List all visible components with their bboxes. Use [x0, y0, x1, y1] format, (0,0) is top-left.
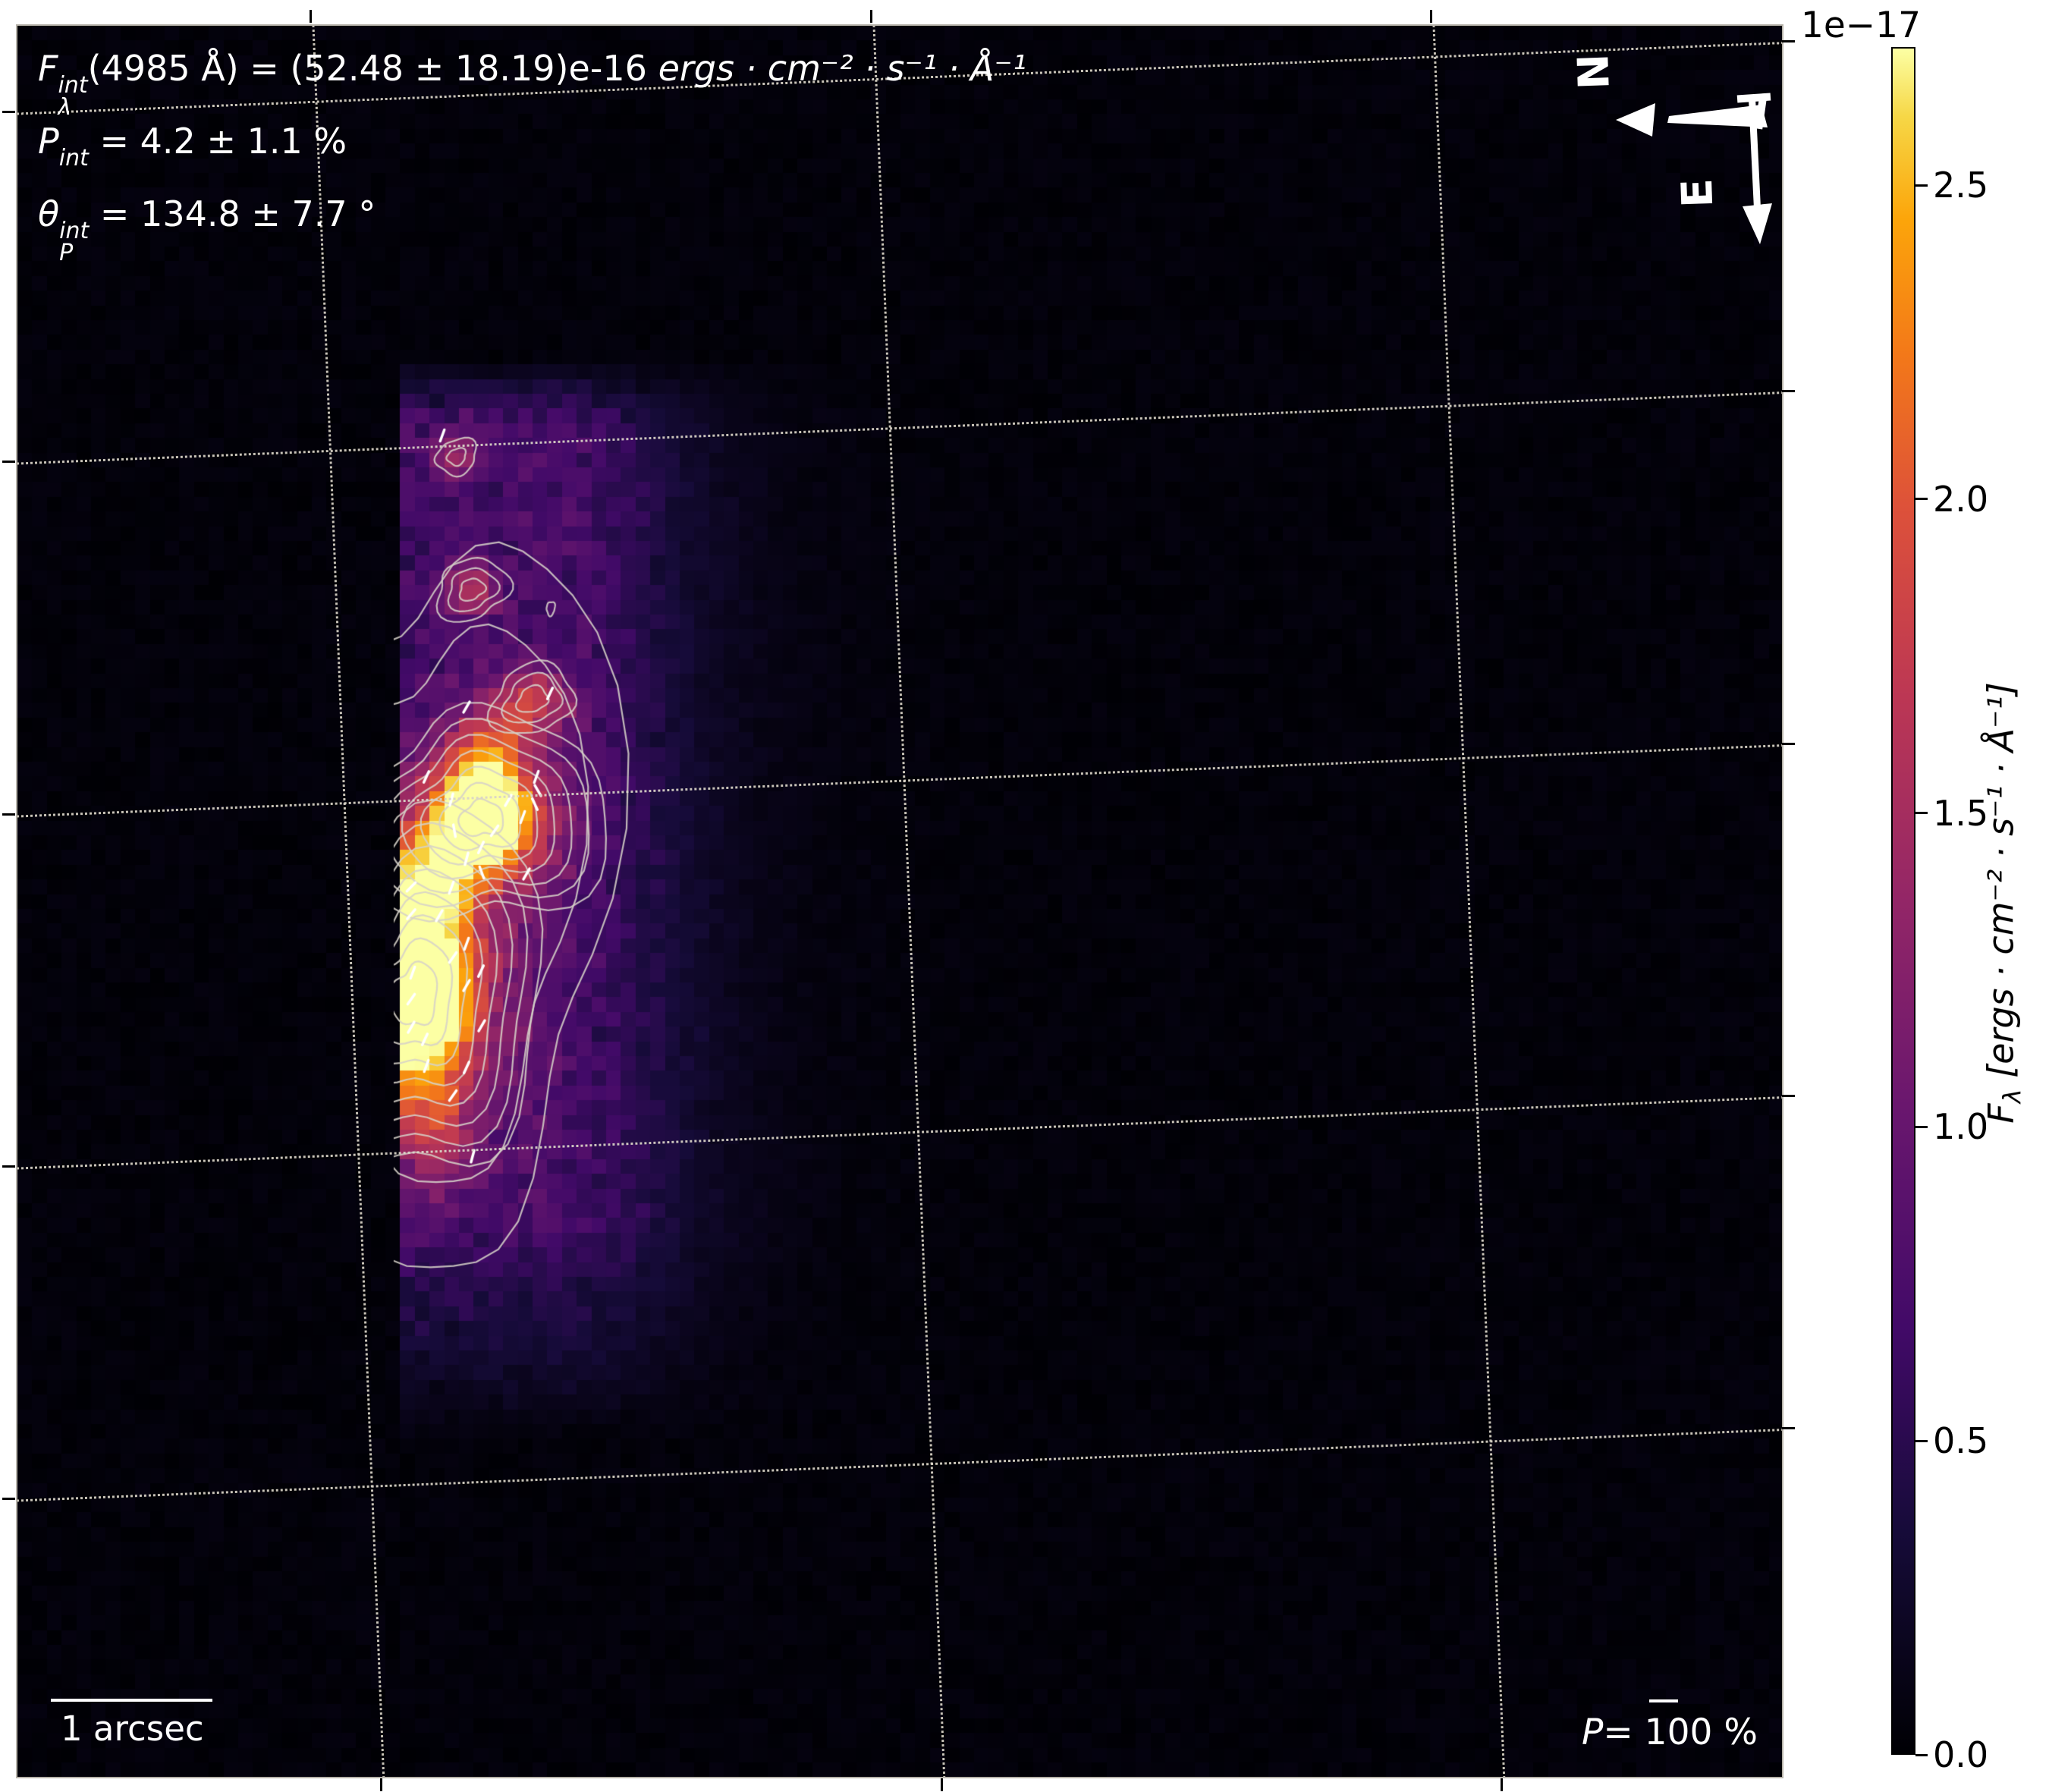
axis-tick	[1430, 10, 1432, 23]
sky-map: Fintλ(4985 Å) = (52.48 ± 18.19)e-16 ergs…	[16, 24, 1783, 1778]
colorbar-tick	[1915, 184, 1928, 187]
colorbar-axis-label: Fλ [ergs · cm⁻² · s⁻¹ · Å⁻¹]	[1981, 682, 2027, 1124]
colorbar-tick	[1915, 812, 1928, 814]
colorbar-tick	[1915, 1126, 1928, 1128]
colorbar	[1891, 47, 1915, 1755]
figure-page: Fintλ(4985 Å) = (52.48 ± 18.19)e-16 ergs…	[0, 0, 2049, 1792]
flux-heatmap-canvas	[17, 26, 1782, 1777]
colorbar-tick-label: 0.5	[1933, 1420, 2039, 1461]
axis-tick	[1782, 1427, 1795, 1429]
axis-tick	[1782, 1095, 1795, 1097]
north-arrow	[1616, 98, 1768, 137]
colorbar-tick-label: 0.0	[1933, 1734, 2039, 1775]
axis-tick	[2, 1498, 15, 1500]
angle-value-text: θintP = 134.8 ± 7.7 °	[38, 191, 1026, 264]
scale-bar-label: 1 arcsec	[61, 1709, 204, 1749]
axis-tick	[310, 10, 312, 23]
colorbar-tick-label: 2.5	[1933, 165, 2039, 206]
axis-tick	[380, 1778, 382, 1791]
axis-tick	[2, 813, 15, 816]
colorbar-tick	[1915, 498, 1928, 500]
compass-east-label: E	[1673, 178, 1723, 209]
polarization-symbol: P	[38, 121, 59, 162]
axis-tick	[1501, 1778, 1503, 1791]
axis-tick	[1782, 390, 1795, 392]
theta-symbol: θ	[38, 193, 59, 234]
polarization-legend-bar	[1649, 1699, 1678, 1702]
colorbar-tick-label: 2.0	[1933, 479, 2039, 520]
polarization-legend: P= 100 %	[1582, 1712, 1758, 1753]
axis-tick	[2, 111, 15, 113]
flux-value-text: Fintλ(4985 Å) = (52.48 ± 18.19)e-16 ergs…	[38, 46, 1026, 118]
axis-tick	[2, 461, 15, 463]
axis-tick	[941, 1778, 943, 1791]
colorbar-tick	[1915, 1754, 1928, 1756]
axis-tick	[2, 1165, 15, 1168]
colorbar-multiplier: 1e−17	[1760, 5, 1921, 46]
compass-north-label: N	[1569, 53, 1620, 90]
polarization-value-text: Pint = 4.2 ± 1.1 %	[38, 118, 1026, 191]
axis-tick	[870, 10, 872, 23]
colorbar-tick	[1915, 1440, 1928, 1442]
axis-tick	[1782, 743, 1795, 745]
flux-symbol: F	[38, 48, 58, 89]
measurements-annotation: Fintλ(4985 Å) = (52.48 ± 18.19)e-16 ergs…	[38, 46, 1026, 264]
scale-bar	[51, 1699, 212, 1702]
